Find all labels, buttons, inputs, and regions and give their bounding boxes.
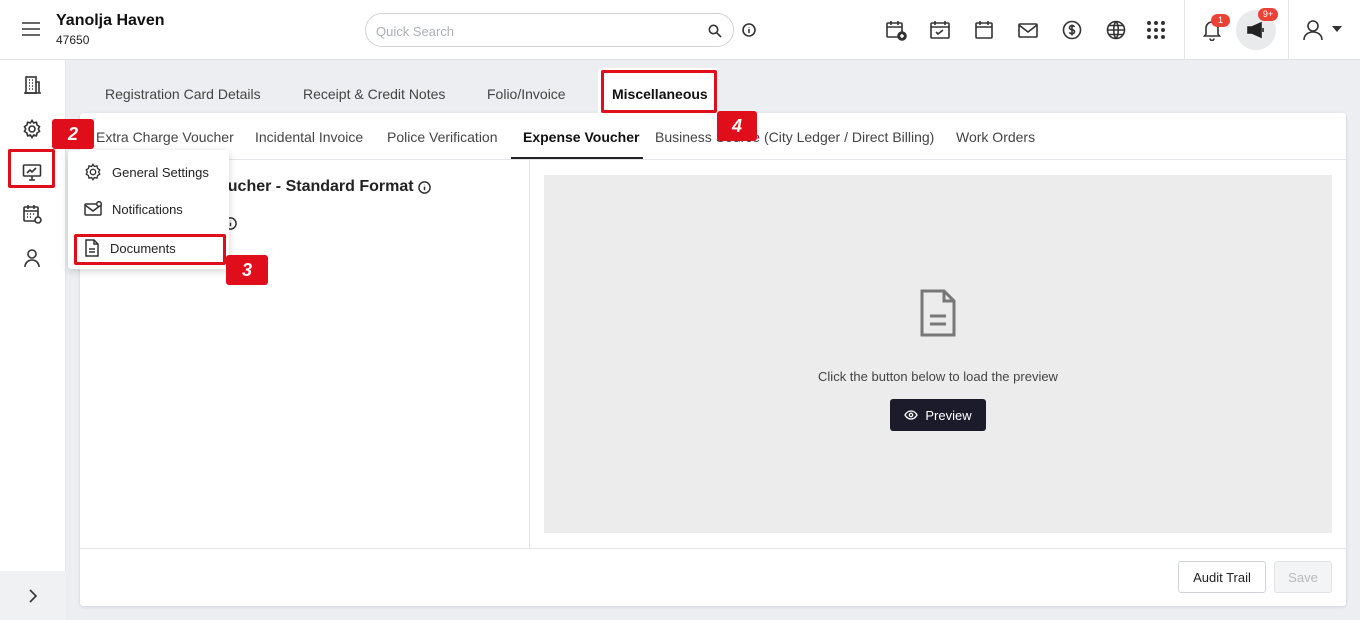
quick-search-box[interactable]	[365, 13, 734, 47]
preview-panel	[544, 175, 1332, 533]
subtab-expense-voucher[interactable]: Expense Voucher	[523, 129, 639, 145]
expand-sidebar-button[interactable]	[0, 571, 66, 620]
subtab-divider	[80, 159, 1346, 160]
add-reservation-calendar-icon[interactable]	[884, 18, 908, 42]
step-tag-2: 2	[52, 119, 94, 149]
user-icon[interactable]	[21, 247, 43, 269]
tab-registration-card-details[interactable]: Registration Card Details	[105, 86, 261, 102]
voucher-format-heading: oucher - Standard Format	[218, 178, 414, 195]
menu-item-label: Notifications	[112, 201, 183, 217]
gear-icon	[85, 163, 101, 181]
column-divider	[529, 160, 530, 548]
hotel-id: 47650	[56, 33, 90, 47]
toolbar-divider	[1184, 0, 1185, 60]
step-tag-4: 4	[717, 111, 757, 141]
save-button[interactable]: Save	[1274, 561, 1332, 593]
hamburger-menu-icon[interactable]	[20, 18, 42, 40]
info-icon[interactable]	[417, 180, 431, 194]
document-icon	[914, 287, 962, 339]
audit-trail-button[interactable]: Audit Trail	[1178, 561, 1266, 593]
eye-icon	[904, 410, 919, 420]
step-tag-3: 3	[226, 255, 268, 285]
preview-button-label: Preview	[925, 407, 972, 423]
notification-badge: 1	[1211, 14, 1230, 27]
menu-item-notifications[interactable]: Notifications	[84, 201, 183, 217]
currency-icon[interactable]	[1060, 18, 1084, 42]
mail-icon[interactable]	[1016, 18, 1040, 42]
announcement-badge: 9+	[1258, 8, 1278, 21]
preview-message: Click the button below to load the previ…	[818, 369, 1058, 384]
calendar-settings-icon[interactable]	[21, 203, 43, 225]
highlight-box-miscellaneous-tab	[601, 70, 717, 113]
quick-search-input[interactable]	[376, 21, 696, 41]
chevron-right-icon	[29, 588, 38, 603]
preview-button[interactable]: Preview	[890, 399, 986, 431]
footer-divider	[80, 548, 1346, 549]
calendar-icon[interactable]	[972, 18, 996, 42]
subtab-business-source[interactable]: Business Source (City Ledger / Direct Bi…	[655, 129, 934, 145]
subtab-incidental-invoice[interactable]: Incidental Invoice	[255, 129, 363, 145]
info-icon[interactable]	[741, 22, 757, 38]
subtab-police-verification[interactable]: Police Verification	[387, 129, 498, 145]
search-icon[interactable]	[707, 23, 723, 39]
highlight-box-documents-item	[74, 234, 226, 265]
tab-folio-invoice[interactable]: Folio/Invoice	[487, 86, 566, 102]
megaphone-icon	[1247, 21, 1264, 39]
globe-icon[interactable]	[1104, 18, 1128, 42]
gear-icon[interactable]	[21, 118, 43, 140]
hotel-name: Yanolja Haven	[56, 12, 165, 29]
user-profile-icon[interactable]	[1300, 17, 1326, 43]
apps-grid-icon[interactable]	[1144, 18, 1168, 42]
toolbar-divider	[1288, 0, 1289, 60]
notification-mail-icon	[84, 201, 102, 216]
check-in-calendar-icon[interactable]	[928, 18, 952, 42]
menu-item-general-settings[interactable]: General Settings	[84, 163, 209, 181]
building-icon[interactable]	[21, 74, 43, 96]
chevron-down-icon[interactable]	[1331, 24, 1343, 34]
tab-receipt-credit-notes[interactable]: Receipt & Credit Notes	[303, 86, 445, 102]
menu-item-label: General Settings	[112, 164, 209, 180]
highlight-box-documents-rail	[8, 149, 55, 188]
subtab-extra-charge-voucher[interactable]: Extra Charge Voucher	[96, 129, 234, 145]
subtab-work-orders[interactable]: Work Orders	[956, 129, 1035, 145]
